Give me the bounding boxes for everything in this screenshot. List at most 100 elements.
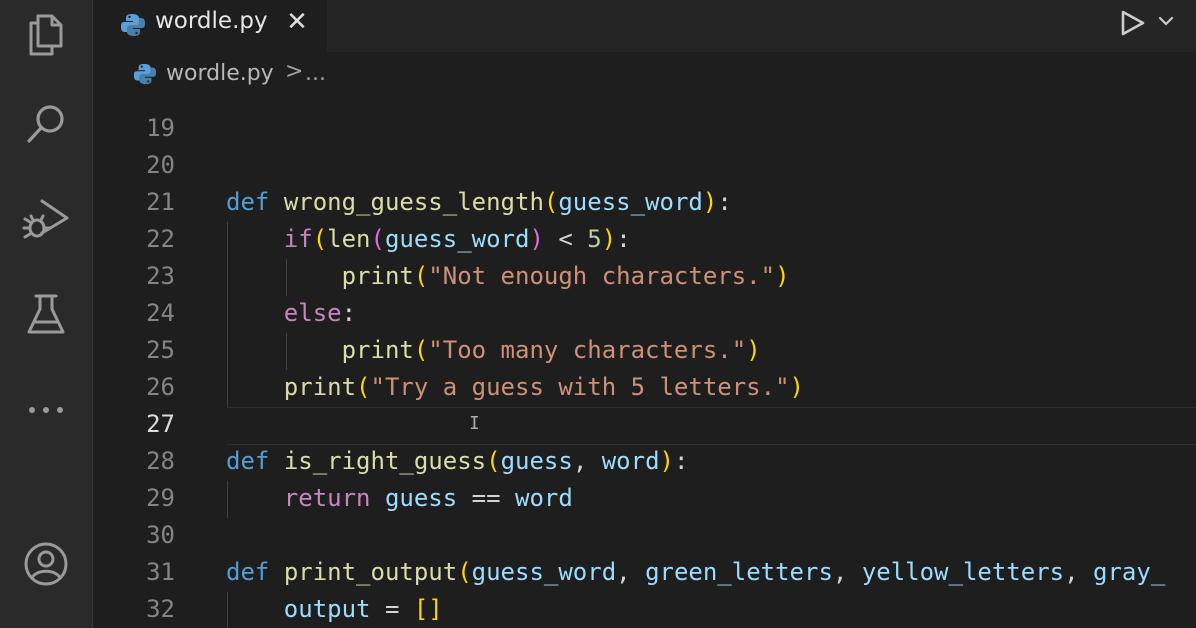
breadcrumb-symbols[interactable]: ... — [305, 61, 326, 86]
line-code: def wrong_guess_length(guess_word): — [226, 184, 732, 221]
code-token: : — [616, 225, 631, 253]
code-line[interactable]: 27 — [93, 406, 1196, 443]
code-token: ( — [356, 373, 371, 401]
code-token: , — [572, 447, 602, 475]
code-token: == — [457, 484, 515, 512]
code-line[interactable]: 22 if(len(guess_word) < 5): — [93, 221, 1196, 258]
code-token: [] — [413, 595, 443, 623]
flask-icon[interactable] — [14, 282, 78, 346]
code-token: ) — [746, 336, 761, 364]
code-token: 5 — [587, 225, 602, 253]
code-line[interactable]: 21 def wrong_guess_length(guess_word): — [93, 184, 1196, 221]
code-token: is_right_guess — [283, 447, 487, 475]
account-icon[interactable] — [14, 532, 78, 596]
code-line[interactable]: 30 — [93, 517, 1196, 554]
close-icon[interactable]: ✕ — [283, 6, 311, 38]
line-code: if(len(guess_word) < 5): — [226, 221, 631, 258]
tab-bar: wordle.py ✕ — [93, 0, 1196, 52]
code-token: ( — [312, 225, 328, 253]
code-line[interactable]: 24 else: — [93, 295, 1196, 332]
code-token: output — [283, 595, 371, 623]
code-token: , — [1064, 558, 1094, 586]
code-token: ( — [486, 447, 501, 475]
line-number: 23 — [146, 262, 175, 290]
python-icon — [121, 14, 145, 36]
line-code: output = [] — [226, 591, 443, 628]
line-number: 31 — [146, 558, 175, 586]
code-token: def — [226, 188, 270, 216]
code-token: green_letters — [645, 558, 833, 586]
code-token: guess_word — [384, 225, 530, 253]
line-code: print("Not enough characters.") — [226, 258, 790, 295]
code-token: print_output — [283, 558, 458, 586]
code-token: ) — [775, 262, 790, 290]
code-line[interactable]: 26 print("Try a guess with 5 letters.") — [93, 369, 1196, 406]
files-icon[interactable] — [14, 2, 78, 66]
code-token: wrong_guess_length — [283, 188, 544, 216]
code-line[interactable]: 31 def print_output(guess_word, green_let… — [93, 554, 1196, 591]
code-token: = — [370, 595, 414, 623]
code-token: ( — [413, 262, 429, 290]
activity-bar — [0, 0, 93, 628]
code-token: : — [673, 447, 689, 475]
more-icon[interactable] — [14, 374, 78, 438]
code-token: guess_word — [558, 188, 703, 216]
line-number: 22 — [146, 225, 175, 253]
line-number: 29 — [146, 484, 175, 512]
line-code: def print_output(guess_word, green_lette… — [226, 554, 1165, 591]
code-token: : — [341, 299, 357, 327]
code-line[interactable]: 28 def is_right_guess(guess, word): — [93, 443, 1196, 480]
line-number: 19 — [146, 114, 175, 142]
code-token: "Not enough characters." — [428, 262, 776, 290]
code-token: guess — [384, 484, 458, 512]
code-line[interactable]: 32 output = [] — [93, 591, 1196, 628]
code-editor[interactable]: I 19 20 21 def wrong_guess_length(guess_wor… — [93, 96, 1196, 628]
code-token: ( — [370, 225, 385, 253]
code-token: gray_ — [1093, 558, 1166, 586]
code-token: yellow_letters — [861, 558, 1065, 586]
code-token: print — [283, 373, 357, 401]
tab-title: wordle.py — [155, 8, 268, 34]
code-token: if — [283, 225, 313, 253]
line-number: 25 — [146, 336, 175, 364]
code-token: else — [283, 299, 342, 327]
code-token: guess_word — [471, 558, 617, 586]
line-code: def is_right_guess(guess, word): — [226, 443, 688, 480]
code-token: def — [226, 447, 270, 475]
run-debug-icon[interactable] — [14, 186, 78, 250]
breadcrumb-separator: > — [285, 59, 304, 84]
tab-wordle-py[interactable]: wordle.py ✕ — [93, 0, 327, 52]
chevron-down-icon[interactable] — [1155, 12, 1177, 30]
code-token: word — [601, 447, 660, 475]
line-number: 20 — [146, 151, 175, 179]
code-token: ) — [659, 447, 674, 475]
code-token: ) — [702, 188, 718, 216]
code-token: word — [515, 484, 573, 512]
breadcrumb-file[interactable]: wordle.py — [166, 61, 274, 86]
code-token: , — [616, 558, 646, 586]
code-line[interactable]: 20 — [93, 147, 1196, 184]
line-number: 27 — [146, 410, 175, 438]
code-token: ( — [543, 188, 559, 216]
code-token: print — [341, 262, 414, 290]
line-number: 26 — [146, 373, 175, 401]
code-line[interactable]: 29 return guess == word — [93, 480, 1196, 517]
search-icon[interactable] — [14, 92, 78, 156]
line-code: print("Too many characters.") — [226, 332, 761, 369]
code-token: ( — [457, 558, 472, 586]
line-number: 21 — [146, 188, 175, 216]
line-number: 32 — [146, 595, 175, 623]
code-line[interactable]: 25 print("Too many characters.") — [93, 332, 1196, 369]
vscode-window: wordle.py ✕ wordle.py > ... I 19 20 21 d… — [0, 0, 1196, 628]
code-token: ) — [601, 225, 617, 253]
code-line[interactable]: 19 — [93, 110, 1196, 147]
code-line[interactable]: 23 print("Not enough characters.") — [93, 258, 1196, 295]
play-icon[interactable] — [1115, 8, 1149, 38]
